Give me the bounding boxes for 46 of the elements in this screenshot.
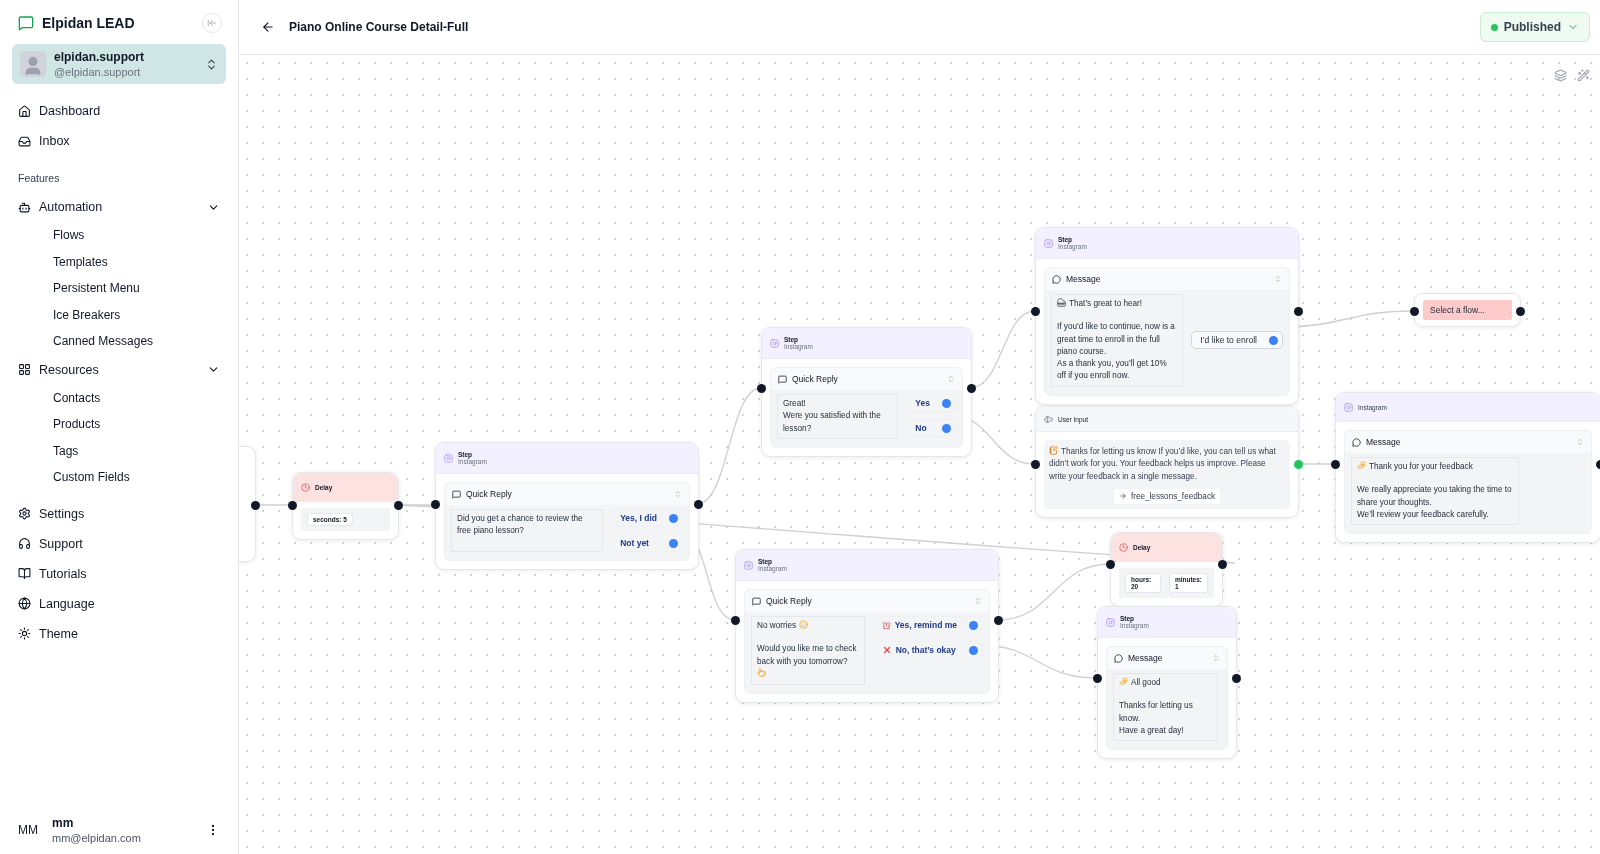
message-paragraph: If you’d like to continue, now is a great time to enroll in the full piano course. As a thank you, you’ll get 10% off if you enroll now. bbox=[1057, 321, 1176, 383]
nav-item[interactable]: Inbox bbox=[12, 126, 226, 156]
message-paragraph: Thank you for your feedback bbox=[1369, 461, 1473, 473]
brand-name: Elpidan LEAD bbox=[42, 15, 136, 31]
user-initials: MM bbox=[18, 823, 39, 837]
message-paragraph: Great! Were you satisfied with the lesson? bbox=[783, 398, 882, 435]
message-paragraph: We really appreciate you taking the time to share your thoughts. We’ll review your feedback carefully. bbox=[1357, 484, 1513, 521]
nav-group[interactable]: Resources bbox=[12, 354, 226, 385]
prompt-text: Thanks for letting us know If you’d like, you can tell us what didn’t work for you. Your feedback helps us improve. Please write your feedback in a single message. bbox=[1049, 446, 1277, 483]
nav-item[interactable]: Support bbox=[12, 528, 226, 559]
reply-button[interactable]: Yes, I did bbox=[611, 509, 683, 527]
nav-item[interactable]: Theme bbox=[12, 618, 226, 649]
message-paragraph: All good bbox=[1131, 677, 1161, 689]
nav-item[interactable]: Settings bbox=[12, 498, 226, 529]
reply-button[interactable]: Not yet bbox=[611, 534, 683, 552]
message-paragraph: No worries bbox=[757, 620, 797, 632]
flow-title: Piano Online Course Detail-Full bbox=[289, 20, 470, 34]
nav-subitem[interactable]: Custom Fields bbox=[12, 464, 226, 491]
nav-subitem[interactable]: Contacts bbox=[12, 384, 226, 411]
reply-button[interactable]: No bbox=[906, 419, 956, 437]
flow-select[interactable]: Select a flow... bbox=[1423, 300, 1512, 320]
reply-button[interactable]: Yes bbox=[906, 394, 956, 412]
nav-subitem[interactable]: Tags bbox=[12, 437, 226, 464]
nav-subitem[interactable]: Canned Messages bbox=[12, 328, 226, 355]
nav-subitem[interactable]: Flows bbox=[12, 222, 226, 249]
nav-group[interactable]: Automation bbox=[12, 192, 226, 222]
reply-button[interactable]: Yes, remind me bbox=[872, 616, 983, 634]
nav-subitem[interactable]: Templates bbox=[12, 248, 226, 275]
variable-tag: free_lessons_feedback bbox=[1113, 488, 1221, 504]
nav-subitem[interactable]: Products bbox=[12, 411, 226, 438]
user-name: mm bbox=[52, 816, 75, 830]
nav-subitem[interactable]: Ice Breakers bbox=[12, 301, 226, 328]
reply-button[interactable]: No, that’s okay bbox=[872, 641, 983, 659]
nav-item[interactable]: Dashboard bbox=[12, 96, 226, 126]
nav-item[interactable]: Language bbox=[12, 588, 226, 619]
nav-item[interactable]: Tutorials bbox=[12, 558, 226, 589]
message-paragraph: Thanks for letting us know. Have a great day! bbox=[1119, 700, 1194, 737]
section-label: Features bbox=[17, 171, 61, 186]
user-email: mm@elpidan.com bbox=[52, 832, 142, 844]
message-paragraph: That’s great to hear! bbox=[1069, 298, 1143, 310]
message-paragraph: Would you like me to check back with you tomorrow? bbox=[757, 643, 858, 668]
nav-subitem[interactable]: Persistent Menu bbox=[12, 275, 226, 302]
account-switcher[interactable]: elpidan.support @elpidan.support bbox=[12, 44, 226, 84]
reply-button[interactable]: I’d like to enroll bbox=[1191, 331, 1283, 350]
message-paragraph: Did you get a chance to review the free piano lesson? bbox=[457, 513, 584, 538]
status-button[interactable]: Published bbox=[1479, 12, 1590, 42]
